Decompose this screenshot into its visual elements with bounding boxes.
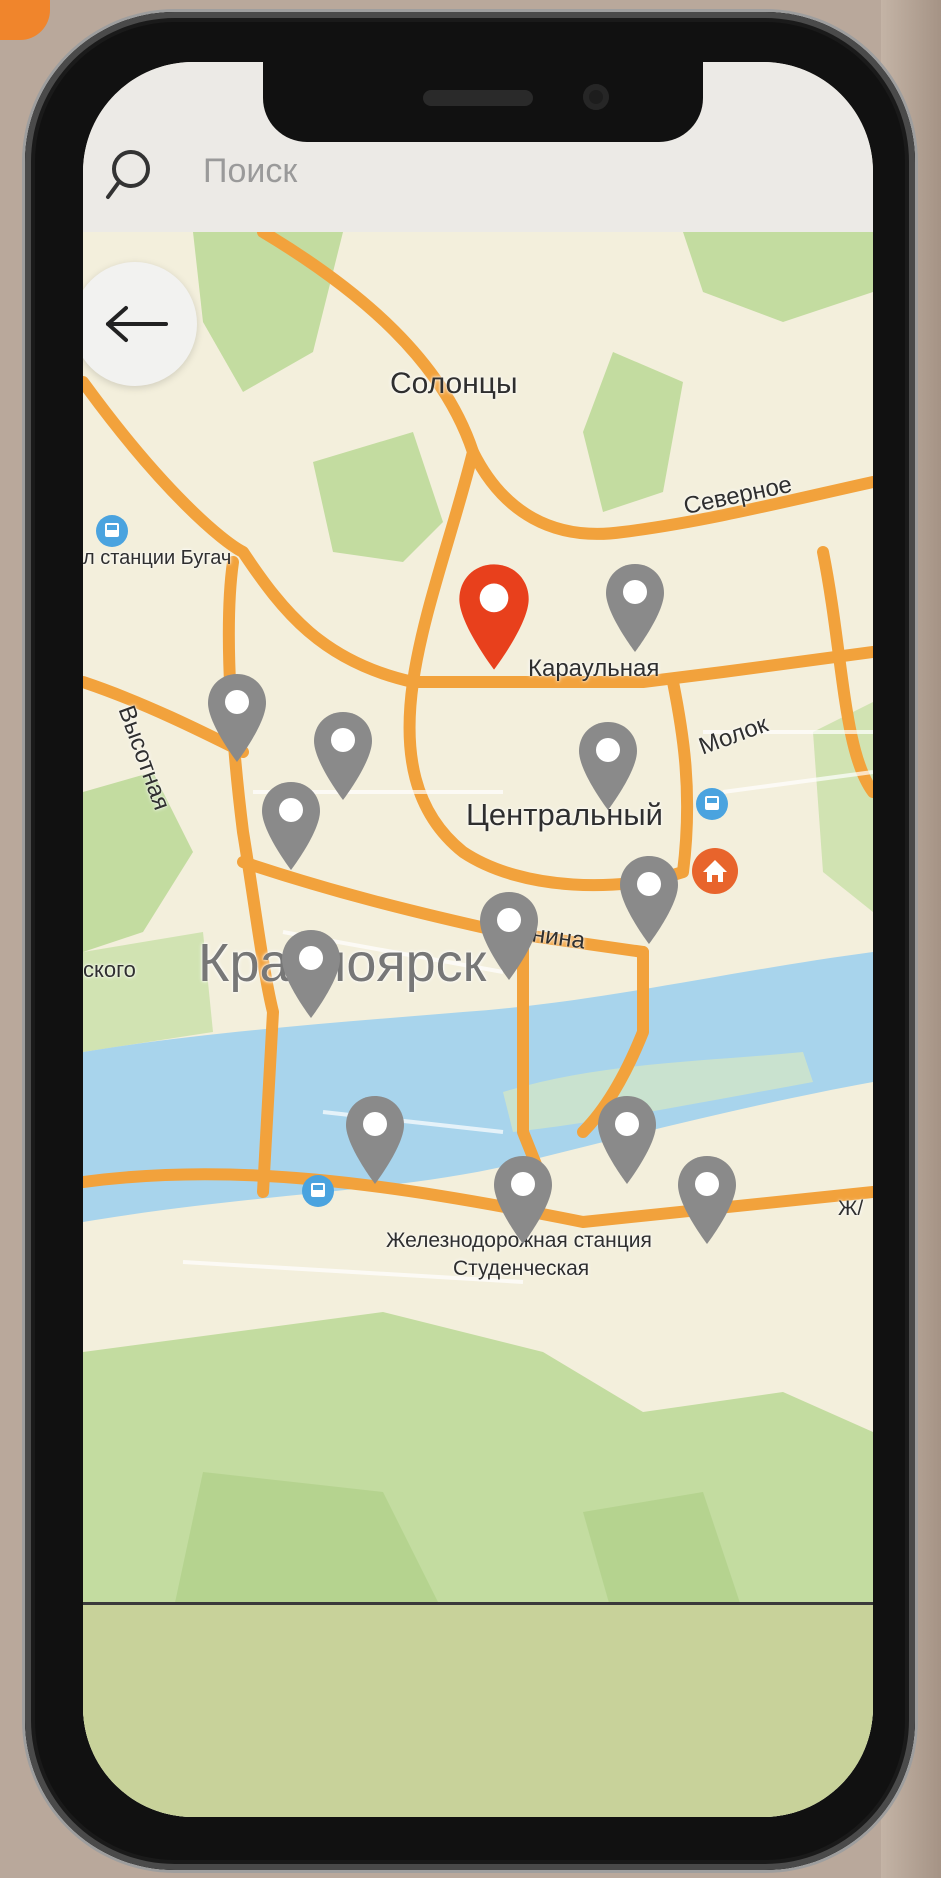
selected-location-pin-icon[interactable]	[454, 562, 534, 672]
location-pin-icon[interactable]	[595, 1094, 659, 1186]
location-pin-icon[interactable]	[603, 562, 667, 654]
location-pin-icon[interactable]	[617, 854, 681, 946]
speaker-grille	[423, 90, 533, 106]
bottom-panel[interactable]	[83, 1602, 873, 1817]
bus-stop-icon[interactable]	[95, 514, 129, 548]
map-view[interactable]: Солонцы Центральный Красноярск Караульна…	[83, 232, 873, 1817]
home-icon[interactable]	[691, 847, 739, 895]
location-pin-icon[interactable]	[205, 672, 269, 764]
district-label-solontsy: Солонцы	[390, 367, 518, 400]
location-pin-icon[interactable]	[491, 1154, 555, 1246]
location-pin-icon[interactable]	[279, 928, 343, 1020]
background-accent	[0, 0, 50, 40]
phone-screen: Поиск Солонцы Центральный Красноярск Кар…	[83, 62, 873, 1817]
edge-label-skogo: ского	[83, 957, 136, 982]
arrow-left-icon	[106, 306, 168, 342]
search-icon[interactable]	[105, 147, 151, 207]
bus-stop-icon[interactable]	[301, 1174, 335, 1208]
edge-label-zh: Ж/	[838, 1197, 864, 1220]
location-pin-icon[interactable]	[343, 1094, 407, 1186]
street-label-karaulnaya: Караульная	[528, 655, 660, 682]
stop-label-bugach: л станции Бугач	[83, 547, 232, 569]
location-pin-icon[interactable]	[675, 1154, 739, 1246]
phone-frame: Поиск Солонцы Центральный Красноярск Кар…	[25, 12, 915, 1870]
camera-icon	[583, 84, 609, 110]
location-pin-icon[interactable]	[576, 720, 640, 812]
map-canvas	[83, 232, 873, 1817]
search-input[interactable]: Поиск	[203, 152, 297, 191]
station-label-line2: Студенческая	[453, 1257, 590, 1280]
location-pin-icon[interactable]	[259, 780, 323, 872]
bus-stop-icon[interactable]	[695, 787, 729, 821]
phone-notch	[263, 62, 703, 142]
location-pin-icon[interactable]	[477, 890, 541, 982]
